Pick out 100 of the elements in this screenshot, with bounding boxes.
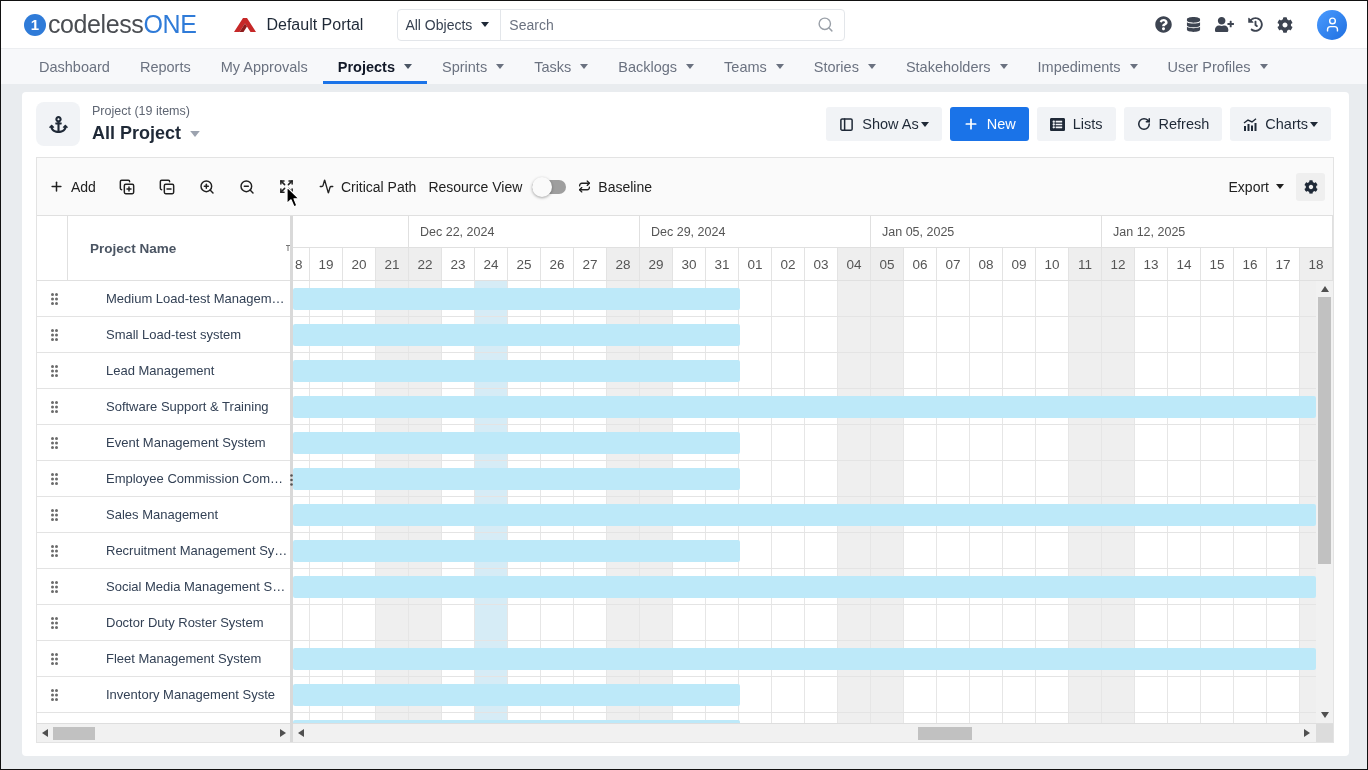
day-header: 29 — [640, 248, 673, 280]
chart-icon — [1243, 117, 1258, 131]
nav-tab[interactable]: Backlogs — [603, 49, 710, 84]
action-button[interactable]: Charts — [1230, 107, 1331, 141]
settings-button[interactable] — [1277, 16, 1293, 33]
scrollbar-thumb[interactable] — [53, 726, 95, 740]
zoom-in-icon — [198, 178, 215, 195]
anchor-icon — [48, 114, 68, 134]
help-button[interactable] — [1155, 16, 1172, 33]
nav-tab[interactable]: Reports — [124, 49, 206, 84]
drag-handle-icon[interactable] — [50, 328, 58, 341]
caret-icon — [1310, 121, 1318, 127]
caret-icon — [481, 22, 490, 27]
drag-handle-icon[interactable] — [50, 292, 58, 305]
day-header: 05 — [871, 248, 904, 280]
caret-icon — [496, 64, 505, 69]
project-name[interactable]: Fleet Management System — [106, 651, 262, 666]
project-name[interactable]: Small Load-test system — [106, 327, 242, 342]
caret-icon — [1129, 64, 1138, 69]
action-button[interactable]: Lists — [1036, 107, 1116, 141]
drag-handle-icon[interactable] — [50, 652, 58, 665]
resource-view-toggle[interactable] — [532, 176, 567, 197]
nav-tab[interactable]: Stakeholders — [890, 49, 1023, 84]
project-name[interactable]: Lead Management — [106, 363, 215, 378]
nav-tab[interactable]: Sprints — [427, 49, 520, 84]
squares-minus-icon — [158, 178, 175, 195]
nav-tab[interactable]: User Profiles — [1152, 49, 1283, 84]
scroll-down-icon[interactable] — [1320, 712, 1329, 718]
caret-icon — [190, 130, 201, 137]
scrollbar-thumb[interactable] — [1318, 297, 1331, 564]
help-icon — [1155, 16, 1172, 33]
caret-icon — [775, 64, 784, 69]
day-header: 12 — [1102, 248, 1135, 280]
nav-tab[interactable]: Dashboard — [24, 49, 125, 84]
search-icon[interactable] — [817, 16, 835, 33]
export-dropdown[interactable]: Export — [1228, 170, 1284, 203]
critical-path-button[interactable]: Critical Path — [318, 170, 417, 203]
item-count: Project (19 items) — [92, 104, 191, 118]
scroll-right-icon[interactable] — [280, 729, 286, 737]
drag-handle-icon[interactable] — [50, 508, 58, 521]
search-scope-dropdown[interactable]: All Objects — [398, 9, 502, 40]
history-icon — [1248, 17, 1263, 32]
drag-handle-icon[interactable] — [50, 544, 58, 557]
project-name[interactable]: Sales Management — [106, 507, 218, 522]
project-name[interactable]: Social Media Management S… — [106, 579, 286, 594]
caret-icon — [920, 121, 929, 127]
database-icon — [1186, 17, 1201, 32]
caret-icon — [580, 64, 589, 69]
add-user-button[interactable] — [1215, 15, 1234, 34]
nav-tab[interactable]: Tasks — [519, 49, 604, 84]
nav-tab[interactable]: Stories — [798, 49, 891, 84]
scrollbar-thumb[interactable] — [918, 726, 972, 740]
caret-icon — [999, 64, 1008, 69]
drag-handle-icon[interactable] — [50, 688, 58, 701]
project-name[interactable]: Event Management System — [106, 435, 266, 450]
project-name[interactable]: Inventory Management Syste — [106, 687, 276, 702]
expand-icon — [279, 179, 295, 194]
search-field[interactable]: Search — [501, 9, 818, 40]
add-button[interactable]: Add — [49, 170, 96, 203]
horizontal-scrollbar[interactable] — [37, 723, 290, 742]
baseline-button[interactable]: Baseline — [578, 170, 652, 203]
horizontal-scrollbar[interactable] — [293, 723, 1333, 742]
caret-icon — [686, 64, 695, 69]
drag-handle-icon[interactable] — [50, 580, 58, 593]
zoom-out-icon — [238, 178, 255, 195]
nav-tab[interactable]: My Approvals — [205, 49, 323, 84]
database-button[interactable] — [1186, 17, 1201, 32]
project-name[interactable]: Medium Load-test Managem… — [106, 291, 285, 306]
action-button[interactable]: Refresh — [1123, 107, 1223, 141]
column-header[interactable]: Project Name — [90, 240, 177, 256]
column-menu-icon[interactable] — [286, 245, 290, 251]
gantt-settings-button[interactable] — [1296, 172, 1325, 201]
avatar-button[interactable] — [1317, 9, 1347, 40]
drag-handle-icon[interactable] — [50, 436, 58, 449]
drag-handle-icon[interactable] — [50, 364, 58, 377]
panel-icon — [839, 116, 855, 132]
project-name[interactable]: Doctor Duty Roster System — [106, 615, 264, 630]
action-button[interactable]: Show As — [826, 107, 942, 141]
splitter-grip-icon[interactable] — [290, 474, 293, 486]
drag-handle-icon[interactable] — [50, 400, 58, 413]
refresh-icon — [1136, 117, 1151, 131]
day-header: 18 — [1300, 248, 1333, 280]
vertical-scrollbar[interactable] — [1316, 281, 1333, 723]
scroll-up-icon[interactable] — [1320, 286, 1329, 292]
history-button[interactable] — [1248, 17, 1263, 32]
action-button[interactable]: New — [949, 107, 1029, 141]
scroll-left-icon[interactable] — [298, 729, 304, 737]
nav-tab[interactable]: Projects — [322, 49, 427, 84]
project-name[interactable]: Software Support & Training — [106, 399, 269, 414]
scroll-right-icon[interactable] — [1304, 729, 1310, 737]
nav-tab[interactable]: Teams — [709, 49, 799, 84]
view-selector[interactable]: All Project — [92, 123, 201, 144]
drag-handle-icon[interactable] — [50, 616, 58, 629]
project-name[interactable]: Recruitment Management Sy… — [106, 543, 288, 558]
drag-handle-icon[interactable] — [50, 472, 58, 485]
scroll-left-icon[interactable] — [42, 729, 48, 737]
portal-logo-icon — [234, 17, 257, 32]
project-name[interactable]: Employee Commission Com… — [106, 471, 283, 486]
search-bar[interactable]: All Objects Search — [397, 8, 846, 41]
nav-tab[interactable]: Impediments — [1022, 49, 1153, 84]
